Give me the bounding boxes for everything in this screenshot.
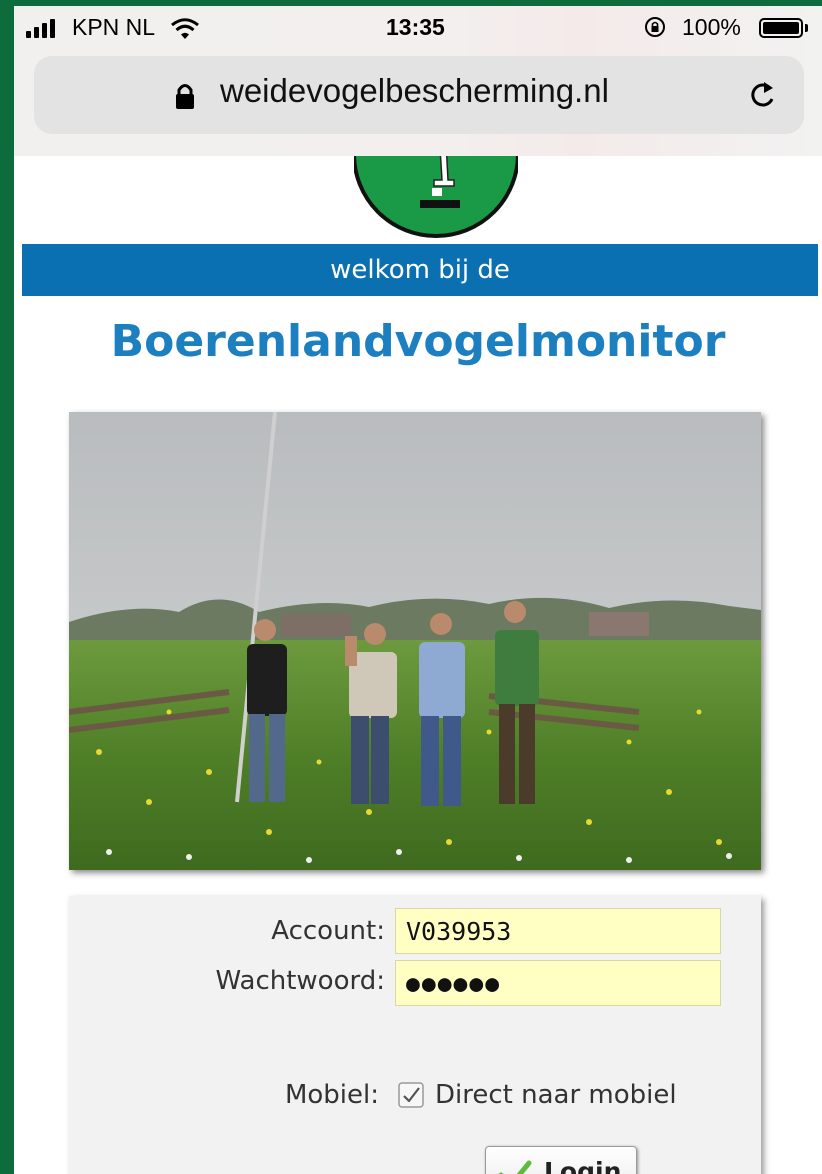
- photo-bird-watchers: [69, 412, 761, 870]
- lock-icon: [176, 84, 194, 109]
- signal-icon: [26, 18, 55, 38]
- battery-nub: [805, 24, 808, 32]
- reload-icon[interactable]: [746, 78, 778, 112]
- login-button[interactable]: Login: [485, 1146, 637, 1174]
- wifi-icon: [171, 18, 199, 39]
- clock: 13:35: [386, 14, 445, 40]
- browser-chrome: KPN NL 13:35 100% weidevogelbescherming.…: [14, 6, 822, 156]
- welcome-banner: welkom bij de: [22, 244, 818, 296]
- account-input[interactable]: V039953: [395, 908, 721, 954]
- address-bar[interactable]: weidevogelbescherming.nl: [34, 56, 804, 134]
- mobile-checkbox-label[interactable]: Direct naar mobiel: [435, 1080, 677, 1110]
- battery-icon: [759, 18, 803, 38]
- check-icon: [498, 1160, 532, 1174]
- battery-percentage: 100%: [682, 14, 741, 40]
- url-text[interactable]: weidevogelbescherming.nl: [220, 72, 609, 110]
- login-button-label: Login: [544, 1157, 622, 1174]
- carrier-name: KPN NL: [72, 14, 156, 40]
- login-form: Account: V039953 Wachtwoord: ●●●●●● Mobi…: [69, 896, 761, 1174]
- page-title: Boerenlandvogelmonitor: [110, 316, 726, 367]
- password-input[interactable]: ●●●●●●: [395, 960, 721, 1006]
- web-page: welkom bij de Boerenlandvogelmonitor Acc…: [14, 156, 822, 1174]
- logo: [354, 156, 518, 238]
- mobile-label: Mobiel:: [284, 1080, 379, 1110]
- account-label: Account:: [271, 916, 385, 946]
- rotation-lock-icon: [645, 17, 665, 37]
- status-bar: KPN NL 13:35 100%: [14, 6, 822, 50]
- password-label: Wachtwoord:: [215, 966, 385, 996]
- left-frame-border: [0, 0, 14, 1174]
- mobile-checkbox[interactable]: [398, 1082, 424, 1108]
